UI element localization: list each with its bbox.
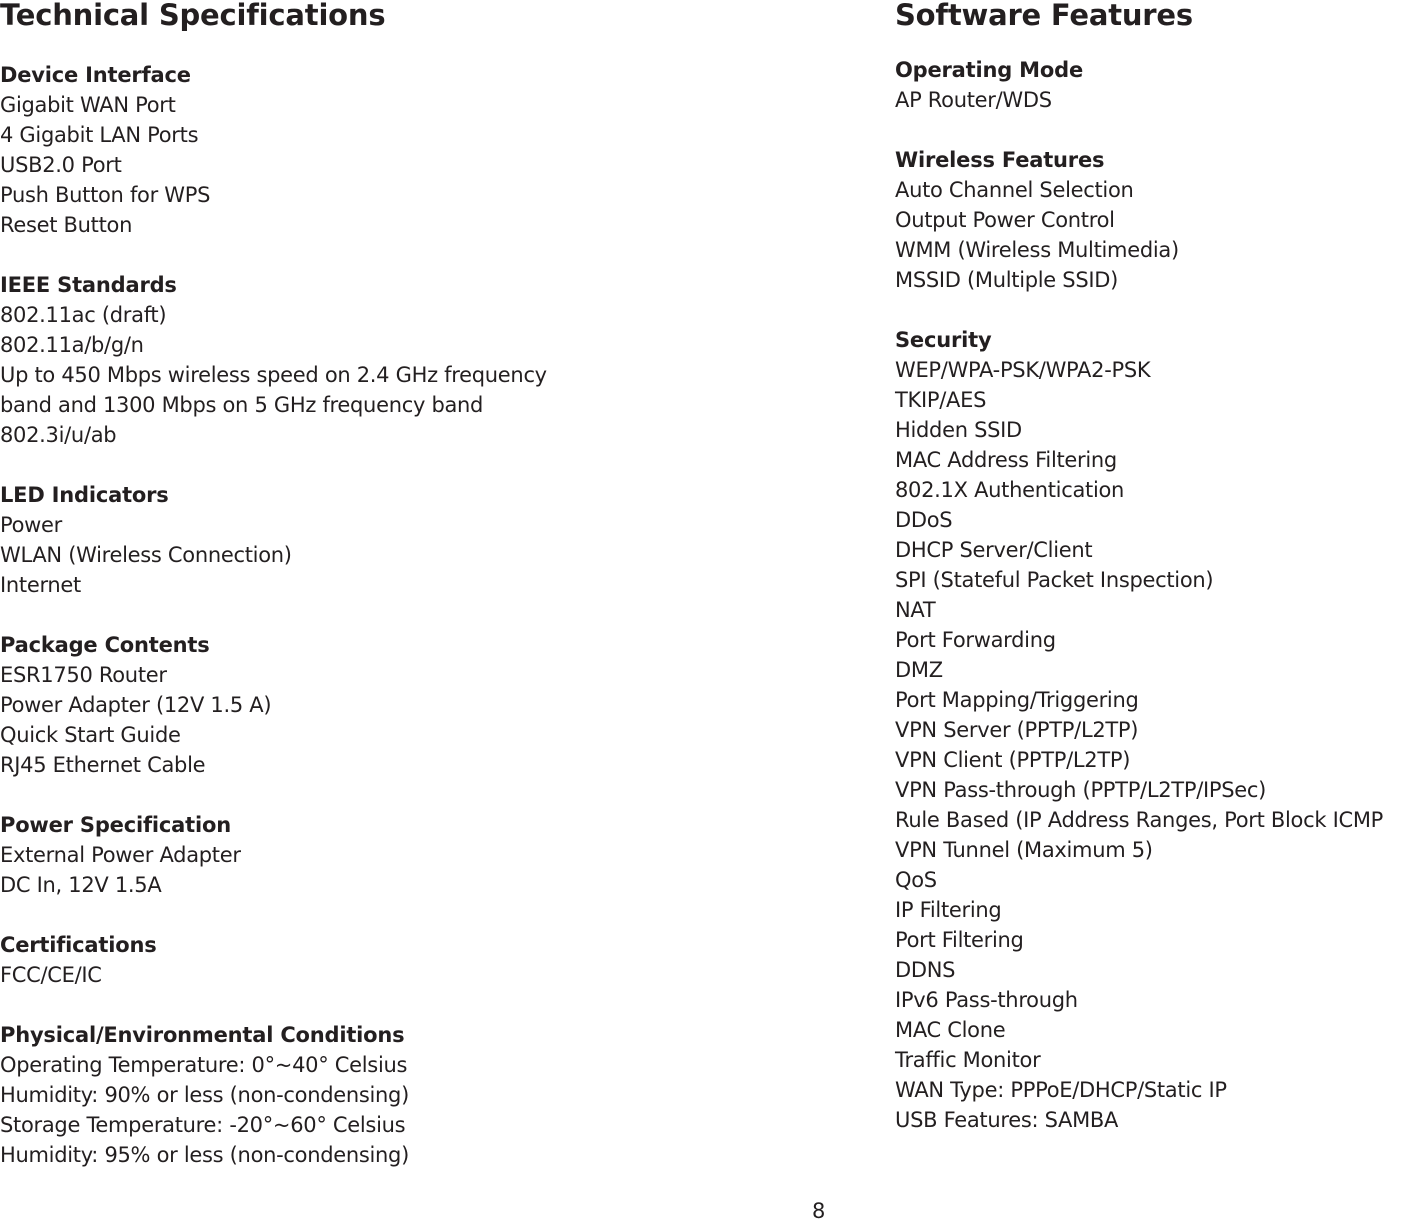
spec-item: DDoS (895, 508, 953, 532)
spec-item: Power (0, 513, 62, 537)
page-number: 8 (812, 1199, 826, 1223)
spec-item: MAC Address Filtering (895, 448, 1117, 472)
spec-item: 802.11a/b/g/n (0, 333, 144, 357)
spec-item: Port Mapping/Triggering (895, 688, 1139, 712)
section-power-specification: Power Specification External Power Adapte… (0, 810, 880, 900)
spec-item: Hidden SSID (895, 418, 1022, 442)
software-features-title: Software Features (895, 0, 1193, 32)
spec-item: IP Filtering (895, 898, 1002, 922)
spec-item: FCC/CE/IC (0, 963, 102, 987)
section-heading: Certifications (0, 933, 157, 957)
spec-item: DC In, 12V 1.5A (0, 873, 162, 897)
technical-specifications-column: Technical Specifications Device Interfac… (0, 0, 880, 1200)
spec-item: Auto Channel Selection (895, 178, 1134, 202)
spec-item: Operating Temperature: 0°~40° Celsius (0, 1053, 408, 1077)
spec-item: Reset Button (0, 213, 133, 237)
spec-item: Output Power Control (895, 208, 1115, 232)
spec-item: ESR1750 Router (0, 663, 167, 687)
section-physical-environmental-conditions: Physical/Environmental Conditions Operati… (0, 1020, 880, 1170)
spec-item: AP Router/WDS (895, 88, 1052, 112)
spec-item: Internet (0, 573, 81, 597)
section-heading: Security (895, 328, 992, 352)
spec-item: Humidity: 95% or less (non-condensing) (0, 1143, 409, 1167)
spec-item: Quick Start Guide (0, 723, 181, 747)
spec-item: band and 1300 Mbps on 5 GHz frequency ba… (0, 393, 484, 417)
spec-item: RJ45 Ethernet Cable (0, 753, 206, 777)
spec-item: MAC Clone (895, 1018, 1006, 1042)
spec-item: Port Forwarding (895, 628, 1056, 652)
spec-item: VPN Tunnel (Maximum 5) (895, 838, 1153, 862)
spec-item: USB Features: SAMBA (895, 1108, 1119, 1132)
spec-item: Traffic Monitor (895, 1048, 1041, 1072)
section-heading: Operating Mode (895, 58, 1083, 82)
spec-item: Storage Temperature: -20°~60° Celsius (0, 1113, 406, 1137)
spec-item: Gigabit WAN Port (0, 93, 176, 117)
spec-item: Humidity: 90% or less (non-condensing) (0, 1083, 409, 1107)
spec-item: 4 Gigabit LAN Ports (0, 123, 199, 147)
section-heading: Wireless Features (895, 148, 1105, 172)
section-certifications: Certifications FCC/CE/IC (0, 930, 880, 990)
software-features-column: Software Features Operating Mode AP Route… (895, 0, 1417, 1165)
spec-item: IPv6 Pass-through (895, 988, 1078, 1012)
spec-item: NAT (895, 598, 936, 622)
section-package-contents: Package Contents ESR1750 Router Power Adap… (0, 630, 880, 780)
section-heading: Physical/Environmental Conditions (0, 1023, 405, 1047)
spec-item: TKIP/AES (895, 388, 987, 412)
spec-item: VPN Pass-through (PPTP/L2TP/IPSec) (895, 778, 1267, 802)
section-ieee-standards: IEEE Standards 802.11ac (draft) 802.11a/b/… (0, 270, 880, 450)
section-security: Security WEP/WPA-PSK/WPA2-PSK TKIP/AES Hidd… (895, 325, 1417, 1135)
spec-item: Rule Based (IP Address Ranges, Port Bloc… (895, 808, 1384, 832)
section-heading: LED Indicators (0, 483, 169, 507)
section-operating-mode: Operating Mode AP Router/WDS (895, 55, 1417, 115)
spec-item: WMM (Wireless Multimedia) (895, 238, 1179, 262)
spec-item: VPN Server (PPTP/L2TP) (895, 718, 1139, 742)
spec-item: 802.3i/u/ab (0, 423, 117, 447)
section-heading: IEEE Standards (0, 273, 177, 297)
spec-item: Push Button for WPS (0, 183, 211, 207)
spec-item: 802.1X Authentication (895, 478, 1125, 502)
spec-item: DDNS (895, 958, 956, 982)
spec-item: WLAN (Wireless Connection) (0, 543, 292, 567)
spec-item: DHCP Server/Client (895, 538, 1093, 562)
spec-item: Up to 450 Mbps wireless speed on 2.4 GHz… (0, 363, 547, 387)
technical-specifications-title: Technical Specifications (0, 0, 386, 32)
spec-item: VPN Client (PPTP/L2TP) (895, 748, 1131, 772)
spec-item: MSSID (Multiple SSID) (895, 268, 1119, 292)
spec-item: USB2.0 Port (0, 153, 122, 177)
section-heading: Package Contents (0, 633, 210, 657)
spec-item: Port Filtering (895, 928, 1024, 952)
spec-item: 802.11ac (draft) (0, 303, 167, 327)
section-led-indicators: LED Indicators Power WLAN (Wireless Connec… (0, 480, 880, 600)
spec-item: WEP/WPA-PSK/WPA2-PSK (895, 358, 1151, 382)
section-device-interface: Device Interface Gigabit WAN Port 4 Gigabi… (0, 60, 880, 240)
software-features-sections: Operating Mode AP Router/WDS Wireless Feat… (895, 55, 1417, 1135)
spec-item: WAN Type: PPPoE/DHCP/Static IP (895, 1078, 1227, 1102)
section-heading: Device Interface (0, 63, 191, 87)
section-heading: Power Specification (0, 813, 231, 837)
spec-item: QoS (895, 868, 937, 892)
spec-item: External Power Adapter (0, 843, 241, 867)
spec-item: SPI (Stateful Packet Inspection) (895, 568, 1214, 592)
spec-item: DMZ (895, 658, 943, 682)
section-wireless-features: Wireless Features Auto Channel Selection O… (895, 145, 1417, 295)
spec-item: Power Adapter (12V 1.5 A) (0, 693, 272, 717)
technical-specifications-sections: Device Interface Gigabit WAN Port 4 Gigabi… (0, 60, 880, 1170)
